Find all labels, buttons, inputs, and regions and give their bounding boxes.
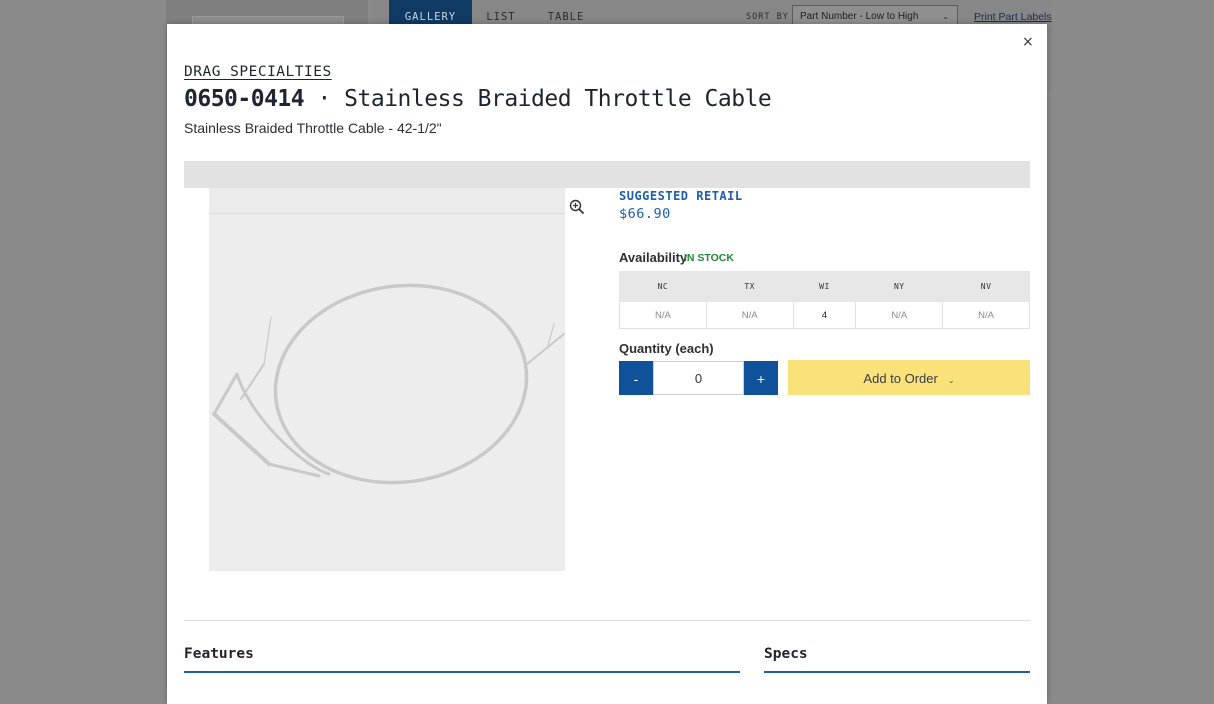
specs-underline <box>764 671 1030 673</box>
tab-table[interactable]: TABLE <box>540 0 592 24</box>
sort-by-label: SORT BY <box>746 12 789 22</box>
quantity-decrement-button[interactable]: - <box>619 361 653 395</box>
features-heading[interactable]: Features <box>184 646 254 662</box>
add-to-order-label: Add to Order <box>863 371 938 386</box>
table-row: N/A N/A 4 N/A N/A <box>619 301 1030 329</box>
warehouse-qty: N/A <box>855 301 944 329</box>
title-separator: · <box>304 86 345 112</box>
part-number: 0650-0414 <box>184 86 305 112</box>
page-title: 0650-0414 · Stainless Braided Throttle C… <box>184 86 772 112</box>
table-header-row: NC TX WI NY NV <box>619 271 1030 302</box>
product-subtitle: Stainless Braided Throttle Cable - 42-1/… <box>184 120 442 136</box>
warehouse-stock-table: NC TX WI NY NV N/A N/A 4 N/A N/A <box>619 271 1030 329</box>
tab-gallery[interactable]: GALLERY <box>389 0 472 24</box>
add-to-order-button[interactable]: Add to Order ⌄ <box>788 360 1030 395</box>
product-image[interactable] <box>209 188 565 571</box>
tab-list[interactable]: LIST <box>476 0 526 24</box>
warehouse-code: TX <box>705 271 794 302</box>
features-underline <box>184 671 740 673</box>
retail-price: $66.90 <box>619 206 671 222</box>
sort-select-value: Part Number - Low to High <box>800 11 919 22</box>
zoom-in-icon[interactable] <box>569 199 585 215</box>
warehouse-code: NY <box>855 271 944 302</box>
suggested-retail-label: SUGGESTED RETAIL <box>619 189 743 203</box>
header-band <box>184 161 1030 188</box>
warehouse-code: NC <box>619 271 707 302</box>
product-name: Stainless Braided Throttle Cable <box>344 86 772 112</box>
chevron-down-icon: ⌄ <box>947 376 955 385</box>
warehouse-code: WI <box>792 271 857 302</box>
section-divider <box>184 620 1030 621</box>
warehouse-qty: N/A <box>619 301 707 329</box>
availability-label: Availability <box>619 250 688 265</box>
quantity-label: Quantity (each) <box>619 341 714 356</box>
warehouse-qty: N/A <box>705 301 794 329</box>
brand-link[interactable]: DRAG SPECIALTIES <box>184 64 332 80</box>
product-image-frame <box>209 213 565 571</box>
throttle-cable-image <box>212 283 565 485</box>
close-button[interactable]: × <box>1022 34 1034 50</box>
warehouse-qty: N/A <box>942 301 1030 329</box>
print-part-labels-link[interactable]: Print Part Labels <box>974 11 1052 23</box>
quantity-increment-button[interactable]: + <box>744 361 778 395</box>
quantity-input[interactable] <box>653 361 744 395</box>
status-badge: IN STOCK <box>684 252 734 264</box>
warehouse-qty: 4 <box>792 301 857 329</box>
warehouse-code: NV <box>942 271 1030 302</box>
specs-heading[interactable]: Specs <box>764 646 808 662</box>
product-modal: × DRAG SPECIALTIES 0650-0414 · Stainless… <box>167 24 1047 704</box>
